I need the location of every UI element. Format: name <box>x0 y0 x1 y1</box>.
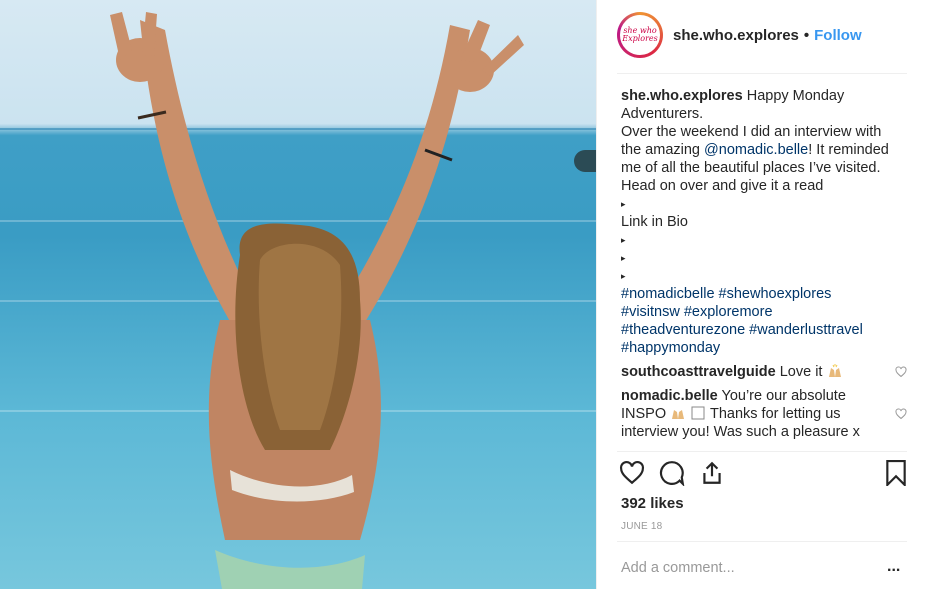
caption-text: the amazing <box>621 142 700 158</box>
caption: she.who.explores Happy Monday Adventurer… <box>621 87 907 357</box>
caption-line: Link in Bio <box>621 214 688 230</box>
separator-dot: • <box>803 26 810 44</box>
comment-line: nomadic.belle You’re our absolute <box>621 387 883 405</box>
hashtag-line[interactable]: #happymonday <box>621 339 907 357</box>
raised-hands-emoji-icon <box>828 364 841 377</box>
hashtag-line[interactable]: #nomadicbelle #shewhoexplores <box>621 285 907 303</box>
comment-like-heart-icon[interactable] <box>895 408 907 420</box>
comment-text: Love it <box>779 364 823 380</box>
comment-bubble-icon[interactable] <box>659 460 685 486</box>
caption-line: the amazing @nomadic.belle! It reminded <box>621 141 907 159</box>
actions-divider <box>617 451 907 452</box>
comment-line: interview you! Was such a pleasure x <box>621 424 860 440</box>
caption-line: ▸ <box>621 235 626 245</box>
caption-text: Happy Monday <box>746 88 845 104</box>
comment-like-heart-icon[interactable] <box>895 366 907 378</box>
add-comment-input[interactable]: Add a comment... <box>621 560 735 576</box>
mention-link[interactable]: @nomadic.belle <box>704 142 808 158</box>
caption-line: ▸ <box>621 253 626 263</box>
person-illustration <box>110 12 524 589</box>
comment-line: INSPO Thanks for letting us <box>621 405 883 423</box>
comment-text: INSPO <box>621 406 667 422</box>
post-header: she who Explores she.who.explores • Foll… <box>617 10 907 60</box>
share-icon[interactable] <box>699 460 725 486</box>
caption-text: ! It reminded <box>808 142 889 158</box>
comment-text: Thanks for letting us <box>709 406 841 422</box>
follow-button[interactable]: Follow <box>814 27 862 44</box>
action-bar <box>619 460 909 488</box>
header-username[interactable]: she.who.explores <box>673 27 799 44</box>
more-options-button[interactable]: ... <box>887 558 900 576</box>
comment: southcoasttravelguide Love it <box>621 363 883 381</box>
raised-hands-emoji-icon <box>672 410 685 419</box>
comment-text: You’re our absolute <box>721 388 846 404</box>
comment-username[interactable]: southcoasttravelguide <box>621 364 776 380</box>
caption-line: Over the weekend I did an interview with <box>621 124 882 140</box>
comment-box-divider <box>617 541 907 542</box>
missing-glyph-icon <box>691 406 705 420</box>
comment: nomadic.belle You’re our absolute INSPO … <box>621 387 883 441</box>
bookmark-icon[interactable] <box>885 460 907 486</box>
hashtag-line[interactable]: #theadventurezone #wanderlusttravel <box>621 321 907 339</box>
post-panel: she who Explores she.who.explores • Foll… <box>596 0 928 589</box>
hashtag-line[interactable]: #visitnsw #exploremore <box>621 303 907 321</box>
heart-icon[interactable] <box>619 460 645 486</box>
caption-line: she.who.explores Happy Monday <box>621 87 907 105</box>
caption-line: Head on over and give it a read <box>621 178 824 194</box>
caption-line: me of all the beautiful places I’ve visi… <box>621 160 881 176</box>
avatar[interactable]: she who Explores <box>617 12 663 58</box>
post-photo[interactable] <box>0 0 596 589</box>
caption-line: Adventurers. <box>621 106 704 122</box>
caption-line: ▸ <box>621 271 626 281</box>
caption-username[interactable]: she.who.explores <box>621 88 743 104</box>
instagram-post-view: she who Explores she.who.explores • Foll… <box>0 0 928 589</box>
comment-username[interactable]: nomadic.belle <box>621 388 718 404</box>
header-divider <box>617 73 907 74</box>
likes-count[interactable]: 392 likes <box>621 495 684 512</box>
caption-line: ▸ <box>621 199 626 209</box>
post-date[interactable]: JUNE 18 <box>621 521 662 532</box>
avatar-logo: she who Explores <box>620 15 660 55</box>
